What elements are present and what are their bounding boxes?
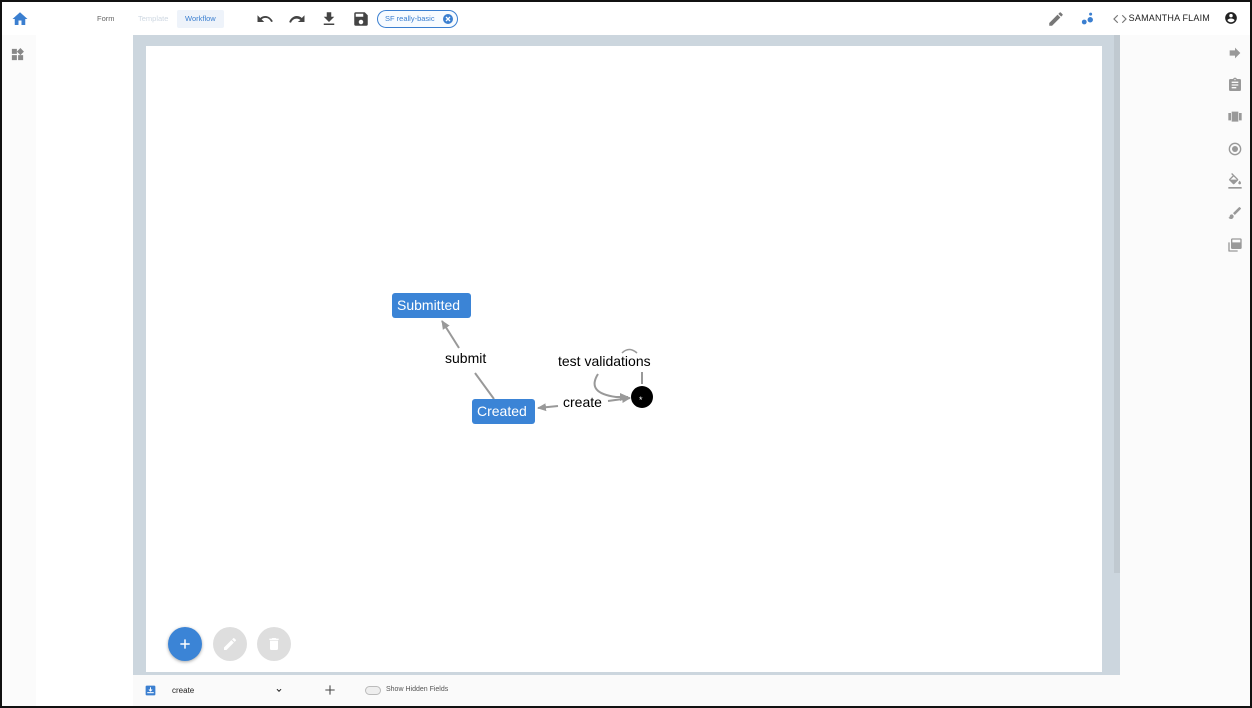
form-chip[interactable]: SF really-basic (377, 10, 458, 28)
state-label-submitted: Submitted (397, 297, 460, 313)
top-bar: Form Template Workflow SF really-basic S… (2, 2, 1250, 35)
save-icon[interactable] (352, 10, 370, 28)
state-node-submitted[interactable]: Submitted (392, 293, 471, 318)
canvas-area: submit create test validations Submitted (133, 35, 1120, 675)
edge-create[interactable] (607, 395, 631, 404)
workflow-graph: submit create test validations Submitted (392, 293, 653, 424)
home-icon[interactable] (11, 10, 29, 28)
widgets-icon[interactable] (10, 47, 25, 62)
layers-icon[interactable] (1227, 237, 1243, 253)
edit-state-button[interactable] (213, 627, 247, 661)
tab-template[interactable]: Template (130, 10, 176, 28)
edge-label-submit[interactable]: submit (445, 350, 486, 366)
state-node-created[interactable]: Created (472, 399, 535, 424)
radio-button-icon[interactable] (1227, 141, 1243, 157)
pencil-icon (224, 637, 237, 650)
undo-icon[interactable] (256, 10, 274, 28)
workflow-canvas[interactable]: submit create test validations Submitted (146, 46, 1102, 672)
clipboard-icon[interactable] (1227, 77, 1243, 93)
redo-icon[interactable] (288, 10, 306, 28)
bottom-bar: create Show Hidden Fields (133, 675, 1120, 706)
show-hidden-fields-label: Show Hidden Fields (386, 686, 449, 693)
code-icon[interactable] (1111, 10, 1129, 28)
brush-icon[interactable] (1227, 205, 1243, 221)
left-rail (2, 35, 36, 706)
app-frame: Form Template Workflow SF really-basic S… (0, 0, 1252, 708)
state-label-start: * (639, 395, 643, 405)
pencil-icon[interactable] (1047, 10, 1065, 28)
carousel-icon[interactable] (1227, 109, 1243, 125)
show-hidden-fields-toggle[interactable] (365, 686, 381, 695)
trash-icon (269, 638, 279, 650)
state-label-created: Created (477, 403, 527, 419)
transition-select[interactable]: create (167, 682, 287, 699)
add-transition-icon[interactable] (323, 683, 337, 697)
edge-submit-head (441, 320, 460, 349)
paint-bucket-icon[interactable] (1227, 173, 1243, 189)
add-state-button[interactable] (168, 627, 202, 661)
user-name[interactable]: SAMANTHA FLAIM (1129, 13, 1210, 23)
edge-label-create[interactable]: create (563, 394, 602, 410)
form-chip-label: SF really-basic (385, 14, 435, 23)
account-icon[interactable] (1224, 11, 1238, 25)
bubbles-icon[interactable] (1079, 10, 1097, 28)
arrow-forward-icon[interactable] (1227, 45, 1243, 61)
chip-close-icon[interactable] (442, 14, 453, 24)
right-rail (1120, 35, 1250, 706)
edge-label-test-validations[interactable]: test validations (558, 353, 651, 369)
tab-workflow[interactable]: Workflow (177, 10, 224, 28)
state-node-start[interactable]: * (631, 386, 653, 408)
chevron-down-icon[interactable] (274, 685, 284, 695)
plus-icon (180, 639, 190, 649)
tab-form[interactable]: Form (89, 10, 123, 28)
edge-submit[interactable] (474, 372, 495, 400)
delete-state-button[interactable] (257, 627, 291, 661)
inbox-icon[interactable] (144, 684, 157, 697)
edge-create-head (537, 403, 559, 412)
download-icon[interactable] (320, 10, 338, 28)
